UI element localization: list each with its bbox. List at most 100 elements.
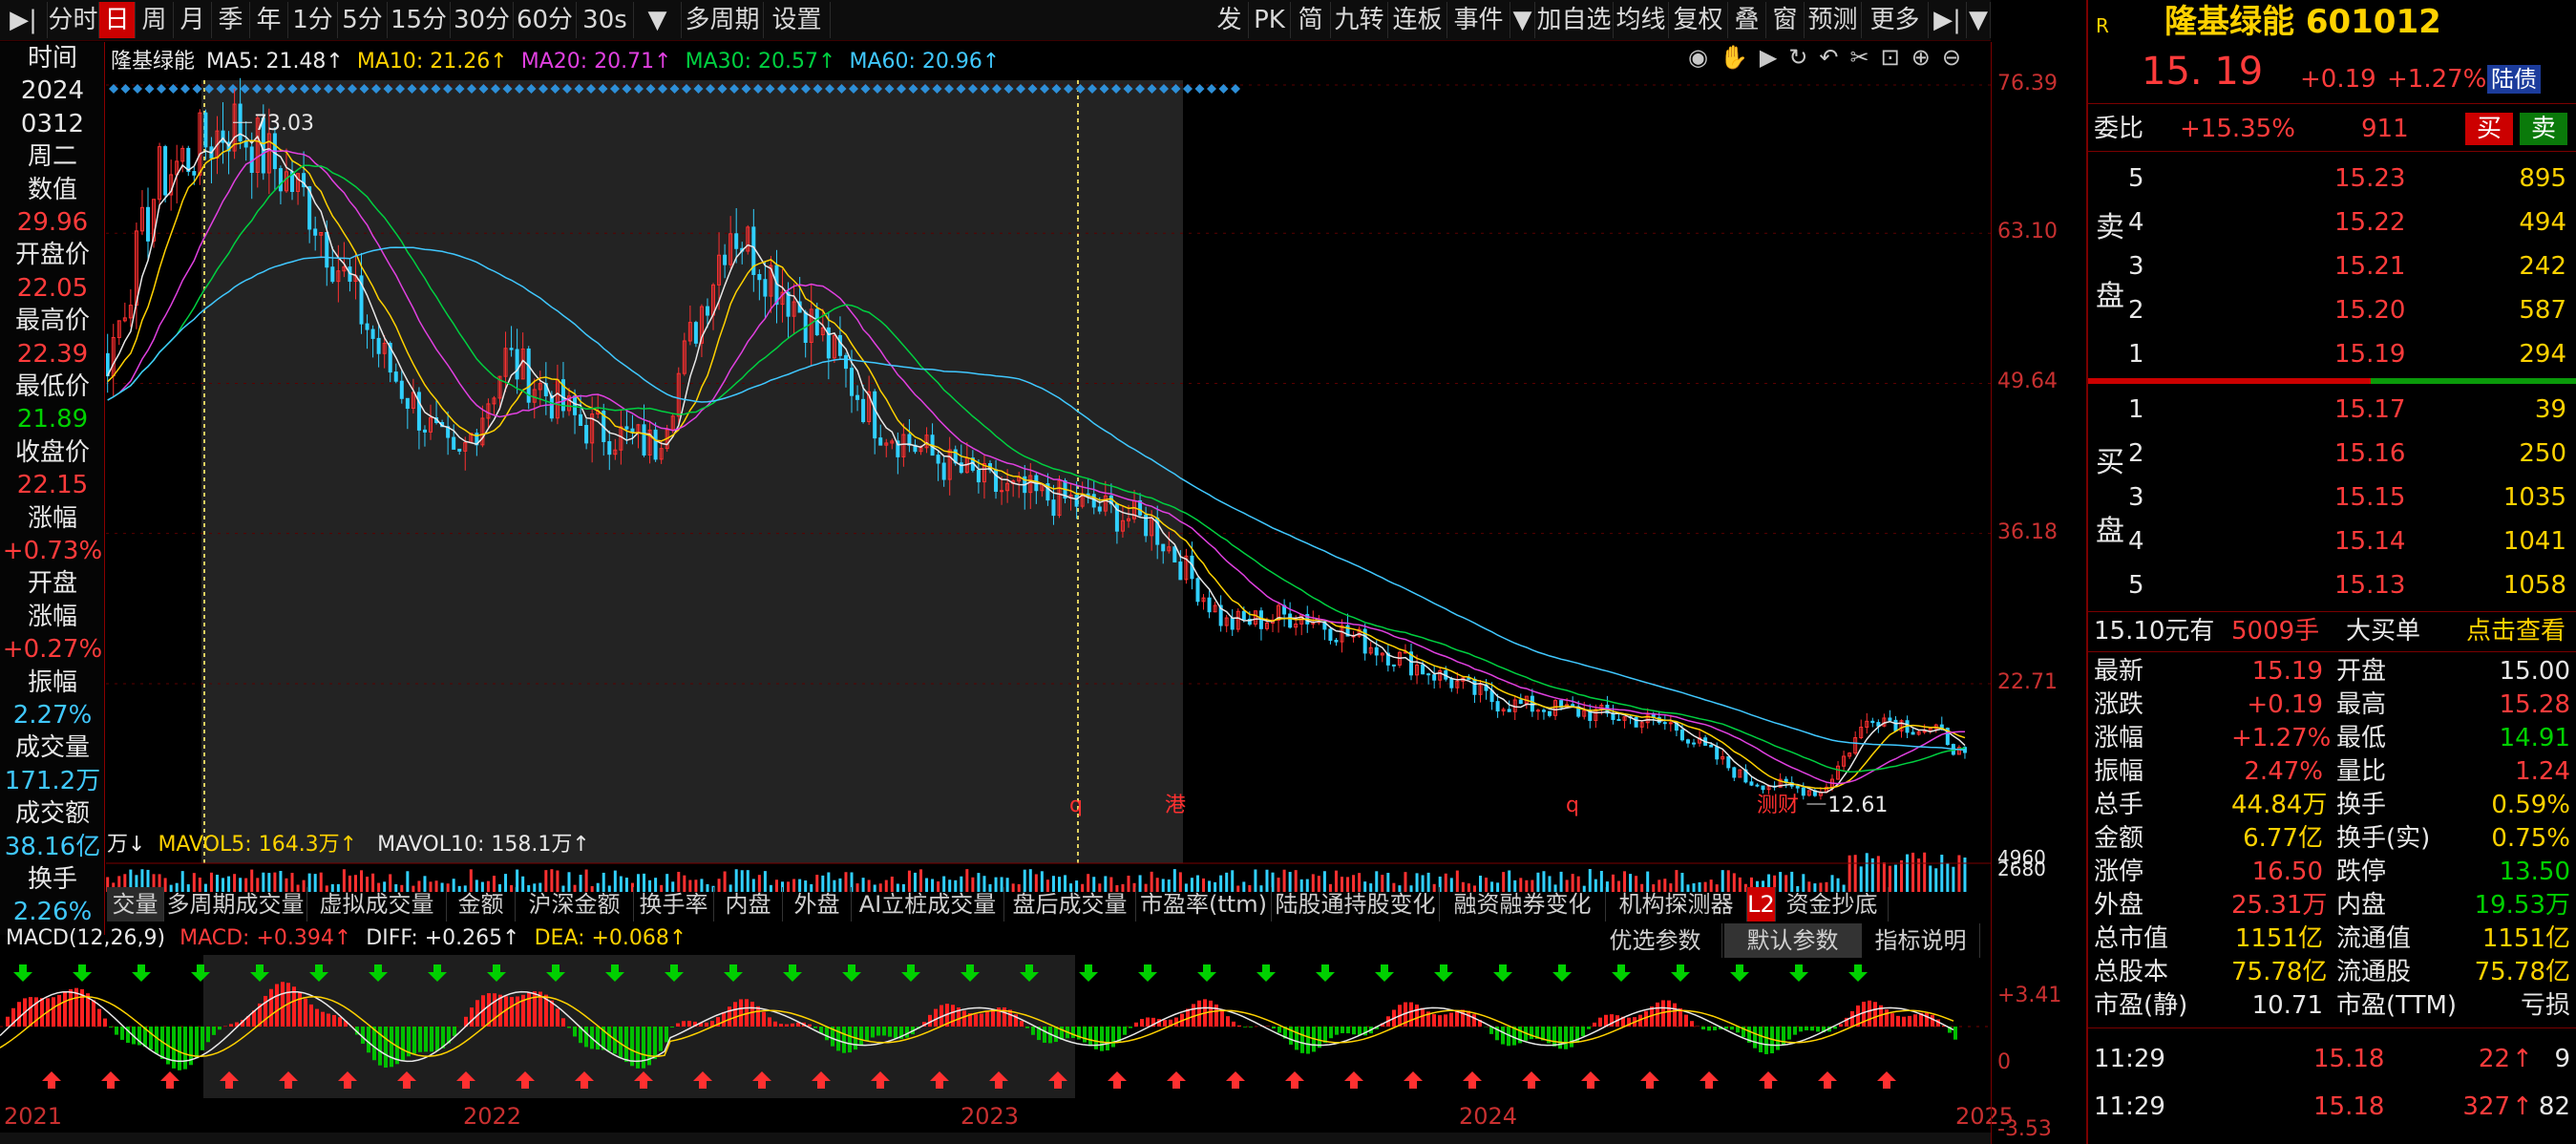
- event-marker-0[interactable]: q: [1069, 794, 1083, 817]
- macd-bar: [17, 1002, 21, 1027]
- macd-chart[interactable]: [0, 955, 1991, 1103]
- zoom-in-icon[interactable]: ⊕: [1911, 44, 1942, 71]
- toolbar-dd2[interactable]: ▼: [1510, 2, 1535, 38]
- event-marker-1[interactable]: 港: [1165, 794, 1186, 817]
- indicator-tab-9[interactable]: 盘后成交量: [1004, 887, 1136, 922]
- hand-icon[interactable]: ✋: [1720, 44, 1760, 71]
- candle-body: [1761, 785, 1765, 791]
- event-marker-2[interactable]: q: [1566, 794, 1579, 817]
- toolbar-lianban[interactable]: 连板: [1388, 2, 1447, 38]
- toolbar-settings[interactable]: 设置: [764, 2, 831, 38]
- candle-body: [145, 206, 150, 242]
- toolbar-multi[interactable]: 多周期: [682, 2, 764, 38]
- event-marker-3[interactable]: 测财: [1757, 794, 1799, 817]
- bid-price[interactable]: 15.15: [2334, 481, 2405, 514]
- kline-chart[interactable]: 73.03 12.61 q 港 q 测财: [106, 42, 1991, 892]
- indicator-tab-10[interactable]: 市盈率(ttm): [1136, 887, 1272, 922]
- toolbar-fuquan[interactable]: 复权: [1669, 2, 1728, 38]
- macd-bar: [229, 1024, 233, 1027]
- refresh-icon[interactable]: ↻: [1788, 44, 1819, 71]
- ask-price[interactable]: 15.22: [2334, 206, 2405, 239]
- candle-body: [1195, 578, 1200, 603]
- macd-bar: [1564, 1027, 1568, 1049]
- tick-arrow-icon: ↑: [2512, 1092, 2533, 1121]
- toolbar-yuce[interactable]: 预测: [1805, 2, 1862, 38]
- bid-price[interactable]: 15.14: [2334, 525, 2405, 558]
- indicator-tab-4[interactable]: 沪深金额: [516, 887, 634, 922]
- toolbar-season[interactable]: 季: [212, 2, 250, 38]
- toolbar-jian[interactable]: 简: [1291, 2, 1331, 38]
- zoom-out-icon[interactable]: ⊖: [1942, 44, 1973, 71]
- toolbar-collapse[interactable]: ▶|: [0, 2, 48, 38]
- macd-bar: [1438, 1015, 1442, 1027]
- toolbar-year[interactable]: 年: [250, 2, 288, 38]
- indicator-tab-7[interactable]: 外盘: [783, 887, 852, 922]
- toolbar-m30[interactable]: 30分: [451, 2, 514, 38]
- macd-bar: [1146, 1017, 1150, 1027]
- indicator-tab-13[interactable]: 机构探测器: [1606, 887, 1747, 922]
- toolbar-m60[interactable]: 60分: [514, 2, 577, 38]
- macd-button-2[interactable]: 指标说明: [1862, 923, 1980, 958]
- bid-price[interactable]: 15.16: [2334, 437, 2405, 470]
- lock-icon[interactable]: ⊡: [1881, 44, 1911, 71]
- toolbar-addopt[interactable]: 加自选: [1535, 2, 1614, 38]
- stock-app: ▶| 分时日周月季年 1分 5分 15分 30分 60分 30s ▼ 多周期 设置发 PK 简九转 连板事…: [0, 0, 2576, 1144]
- toolbar-junxian[interactable]: 均线: [1614, 2, 1669, 38]
- indicator-tab-6[interactable]: 内盘: [714, 887, 783, 922]
- candle-body: [1685, 739, 1690, 744]
- ask-price[interactable]: 15.19: [2334, 338, 2405, 371]
- volume-bar: [1934, 868, 1938, 892]
- indicator-tab-8[interactable]: AI立桩成交量: [852, 887, 1004, 922]
- toolbar-more[interactable]: 更多: [1862, 2, 1929, 38]
- toolbar-fa[interactable]: 发: [1211, 2, 1249, 38]
- toolbar-shijian[interactable]: 事件: [1447, 2, 1510, 38]
- toolbar-dd[interactable]: ▼: [634, 2, 682, 38]
- indicator-tab-1[interactable]: 多周期成交量: [164, 887, 307, 922]
- ask-price[interactable]: 15.21: [2334, 250, 2405, 283]
- stock-title[interactable]: 隆基绿能 601012: [2164, 6, 2441, 38]
- buy-button[interactable]: 买: [2465, 113, 2513, 145]
- indicator-tab-15[interactable]: 资金抄底: [1776, 887, 1889, 922]
- bigorder-link[interactable]: 点击查看: [2466, 615, 2565, 647]
- cut-icon[interactable]: ✂: [1850, 44, 1881, 71]
- undo-icon[interactable]: ↶: [1819, 44, 1849, 71]
- toolbar-m5[interactable]: 5分: [338, 2, 388, 38]
- toolbar-jiuzhuan[interactable]: 九转: [1331, 2, 1388, 38]
- toolbar-month[interactable]: 月: [174, 2, 212, 38]
- toolbar-pk[interactable]: PK: [1249, 2, 1291, 38]
- toolbar-fenshi[interactable]: 分时: [48, 2, 99, 38]
- indicator-tab-2[interactable]: 虚拟成交量: [307, 887, 447, 922]
- eye-icon[interactable]: ◉: [1688, 44, 1720, 71]
- indicator-tab-0[interactable]: 交量: [107, 887, 164, 922]
- macd-bar: [865, 1027, 869, 1042]
- macd-down-arrow: [73, 964, 92, 982]
- macd-bar: [607, 1027, 611, 1051]
- macd-bar: [1329, 1027, 1333, 1039]
- play-icon[interactable]: ▶: [1760, 44, 1788, 71]
- indicator-tab-5[interactable]: 换手率: [634, 887, 714, 922]
- toolbar-day[interactable]: 日: [99, 2, 136, 38]
- toolbar-m15[interactable]: 15分: [388, 2, 451, 38]
- macd-button-0[interactable]: 优选参数: [1589, 923, 1722, 958]
- toolbar-s30[interactable]: 30s: [577, 2, 634, 38]
- indicator-tab-12[interactable]: 融资融券变化: [1440, 887, 1606, 922]
- bid-price[interactable]: 15.13: [2334, 569, 2405, 602]
- toolbar-m1[interactable]: 1分: [288, 2, 338, 38]
- indicator-tab-11[interactable]: 陆股通持股变化: [1272, 887, 1440, 922]
- ask-price[interactable]: 15.23: [2334, 162, 2405, 195]
- indicator-tab-14[interactable]: L2: [1747, 887, 1776, 922]
- ask-price[interactable]: 15.20: [2334, 294, 2405, 327]
- candle-body: [584, 424, 589, 444]
- macd-button-1[interactable]: 默认参数: [1724, 923, 1862, 958]
- toolbar-week[interactable]: 周: [136, 2, 174, 38]
- toolbar-tr[interactable]: ▶|: [1929, 2, 1967, 38]
- toolbar-die[interactable]: 叠: [1728, 2, 1766, 38]
- sell-button[interactable]: 卖: [2520, 113, 2567, 145]
- indicator-tab-3[interactable]: 金额: [447, 887, 516, 922]
- tag-badge[interactable]: 陆债: [2487, 65, 2541, 94]
- bid-price[interactable]: 15.17: [2334, 393, 2405, 426]
- macd-bar: [665, 1027, 668, 1043]
- toolbar-chuang[interactable]: 窗: [1766, 2, 1805, 38]
- macd-bar: [1885, 1009, 1889, 1027]
- toolbar-dd3[interactable]: ▼: [1967, 2, 1991, 38]
